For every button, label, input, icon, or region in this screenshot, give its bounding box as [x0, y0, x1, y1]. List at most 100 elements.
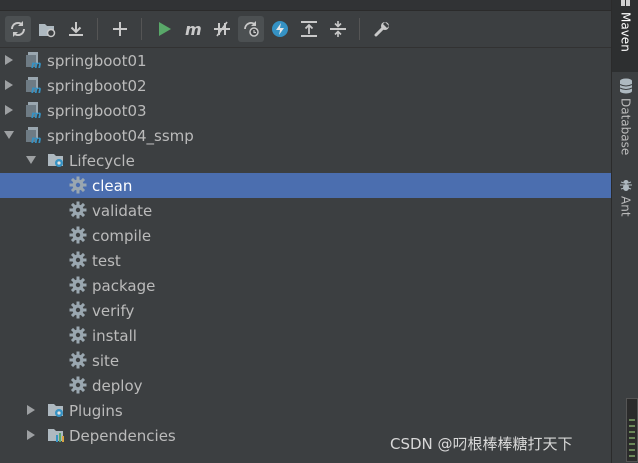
chevron-right-icon[interactable]	[25, 404, 37, 416]
goal-item-package[interactable]: package	[0, 273, 611, 298]
skip-tests-button[interactable]	[238, 16, 264, 42]
goal-item-compile[interactable]: compile	[0, 223, 611, 248]
memory-indicator	[626, 398, 638, 462]
maven-settings-button[interactable]	[369, 16, 395, 42]
maven-module-icon: m	[26, 102, 41, 119]
run-button[interactable]	[151, 16, 177, 42]
run-maven-build-icon	[159, 22, 171, 36]
tree-item-plugins[interactable]: Plugins	[0, 398, 611, 423]
lifecycle-folder-icon	[48, 154, 63, 167]
gear-icon	[69, 201, 87, 219]
lifecycle-label: Lifecycle	[69, 151, 135, 170]
project-label: springboot04_ssmp	[47, 126, 194, 145]
reload-button[interactable]	[5, 16, 31, 42]
goal-label: install	[92, 326, 137, 345]
toolbar-separator	[359, 18, 360, 40]
reload-all-maven-projects-icon	[10, 21, 26, 37]
toolbar-separator	[97, 18, 98, 40]
goal-item-clean[interactable]: clean	[0, 173, 611, 198]
maven-module-icon: m	[26, 52, 41, 69]
goal-label: package	[92, 276, 156, 295]
gear-icon	[69, 351, 87, 369]
tree-item-springboot04-ssmp[interactable]: m springboot04_ssmp	[0, 123, 611, 148]
database-icon	[619, 78, 632, 94]
tab-label: Ant	[618, 196, 633, 217]
maven-tab-icon	[620, 0, 630, 6]
gear-icon	[69, 301, 87, 319]
goal-label: clean	[92, 176, 133, 195]
plugins-folder-icon	[48, 404, 63, 417]
project-label: springboot03	[47, 101, 147, 120]
tree-item-lifecycle[interactable]: Lifecycle	[0, 148, 611, 173]
add-project-button[interactable]	[107, 16, 133, 42]
goal-item-install[interactable]: install	[0, 323, 611, 348]
maven-settings-icon	[374, 22, 389, 37]
tree-item-springboot02[interactable]: m springboot02	[0, 73, 611, 98]
generate-sources-icon	[39, 24, 56, 38]
project-label: springboot02	[47, 76, 147, 95]
project-label: springboot01	[47, 51, 147, 70]
svg-text:m: m	[31, 85, 41, 94]
dependencies-folder-icon	[48, 429, 64, 442]
show-dependencies-icon	[272, 21, 288, 37]
chevron-right-icon[interactable]	[3, 104, 15, 116]
toggle-skip-tests-icon	[244, 21, 259, 37]
chevron-right-icon[interactable]	[3, 54, 15, 66]
maven-module-icon: m	[26, 77, 41, 94]
download-button[interactable]	[63, 16, 89, 42]
chevron-down-icon[interactable]	[3, 129, 15, 141]
right-tool-window-bar: Maven Database Ant	[611, 0, 638, 463]
maven-project-tree: m springboot01 m springboot02 m springbo…	[0, 47, 611, 463]
goal-label: verify	[92, 301, 135, 320]
gear-icon	[69, 251, 87, 269]
ant-icon	[619, 180, 632, 191]
offline-mode-button[interactable]	[209, 16, 235, 42]
goal-label: deploy	[92, 376, 143, 395]
tab-maven[interactable]: Maven	[612, 0, 638, 72]
tab-label: Database	[618, 98, 633, 156]
gear-icon	[69, 326, 87, 344]
tree-item-springboot01[interactable]: m springboot01	[0, 48, 611, 73]
goal-item-test[interactable]: test	[0, 248, 611, 273]
generate-sources-button[interactable]	[34, 16, 60, 42]
gear-icon	[69, 176, 87, 194]
maven-module-icon: m	[26, 127, 41, 144]
execute-maven-goal-icon: m	[185, 20, 202, 38]
gear-icon	[69, 276, 87, 294]
csdn-watermark: CSDN @叼根棒棒糖打天下	[390, 435, 573, 453]
execute-goal-button[interactable]: m	[180, 16, 206, 42]
maven-toolbar: m	[0, 11, 611, 48]
goal-label: test	[92, 251, 121, 270]
svg-text:m: m	[31, 135, 41, 144]
dependencies-label: Dependencies	[69, 426, 176, 445]
svg-text:m: m	[31, 60, 41, 69]
tab-ant[interactable]: Ant	[612, 178, 638, 232]
tree-item-springboot03[interactable]: m springboot03	[0, 98, 611, 123]
top-header-strip	[0, 0, 611, 11]
tab-label: Maven	[618, 12, 633, 52]
expand-all-icon	[301, 21, 317, 37]
goal-label: site	[92, 351, 120, 370]
show-dependencies-button[interactable]	[267, 16, 293, 42]
toolbar-separator	[141, 18, 142, 40]
goal-label: compile	[92, 226, 152, 245]
collapse-all-button[interactable]	[325, 16, 351, 42]
collapse-all-icon	[330, 21, 346, 37]
goal-label: validate	[92, 201, 153, 220]
svg-text:m: m	[185, 20, 202, 38]
gear-icon	[69, 226, 87, 244]
svg-text:m: m	[31, 110, 41, 119]
chevron-right-icon[interactable]	[3, 79, 15, 91]
goal-item-site[interactable]: site	[0, 348, 611, 373]
chevron-down-icon[interactable]	[25, 154, 37, 166]
goal-item-deploy[interactable]: deploy	[0, 373, 611, 398]
chevron-right-icon[interactable]	[25, 429, 37, 441]
download-sources-icon	[69, 22, 83, 36]
add-maven-project-icon	[113, 22, 127, 36]
toggle-offline-mode-icon	[214, 21, 230, 37]
tab-database[interactable]: Database	[612, 78, 638, 164]
gear-icon	[69, 376, 87, 394]
goal-item-verify[interactable]: verify	[0, 298, 611, 323]
expand-all-button[interactable]	[296, 16, 322, 42]
goal-item-validate[interactable]: validate	[0, 198, 611, 223]
